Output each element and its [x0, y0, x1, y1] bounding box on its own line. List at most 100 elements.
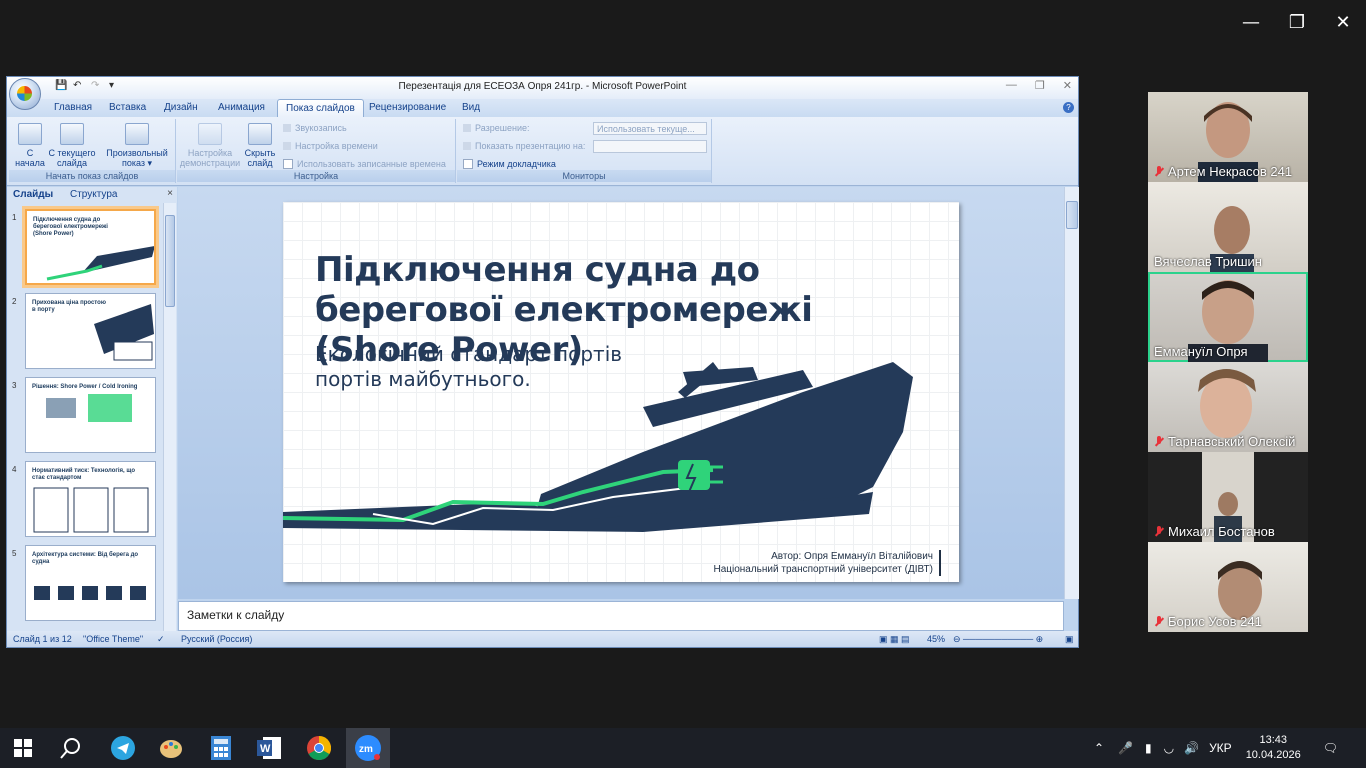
minimize-icon[interactable]: —	[1228, 0, 1274, 44]
close-icon[interactable]: ✕	[1320, 0, 1366, 44]
hide-slide-button[interactable]: Скрыть слайд	[241, 123, 279, 168]
clock-time: 13:43	[1259, 734, 1287, 746]
close-pane-icon[interactable]: ×	[167, 188, 173, 199]
participant-tile-4[interactable]: Тарнавський Олексій	[1148, 362, 1308, 452]
tab-slideshow[interactable]: Показ слайдов	[277, 99, 364, 117]
from-current-button[interactable]: С текущего слайда	[47, 123, 97, 168]
slide-author: Автор: Опря Еммануїл Віталійович Націона…	[713, 550, 941, 576]
office-logo-icon	[17, 86, 32, 101]
ribbon: С начала С текущего слайда Произвольный …	[7, 117, 1078, 186]
setup-show-button[interactable]: Настройка демонстрации	[179, 123, 241, 168]
participant-tile-1[interactable]: Артем Некрасов 241	[1148, 92, 1308, 182]
chrome-icon[interactable]	[304, 734, 334, 762]
zoom-slider[interactable]: ⊖ ─────────── ⊕	[953, 634, 1043, 645]
paint-icon[interactable]	[156, 734, 186, 762]
tab-animation[interactable]: Анимация	[211, 101, 272, 114]
rehearse-timings[interactable]: Настройка времени	[283, 141, 378, 151]
tab-home[interactable]: Главная	[47, 101, 99, 114]
restore-icon[interactable]: ❐	[1274, 0, 1320, 44]
slides-pane-scrollbar[interactable]	[163, 203, 176, 631]
word-icon[interactable]: W	[254, 734, 284, 762]
thumb-number: 1	[12, 213, 17, 222]
record-narration[interactable]: Звукозапись	[283, 123, 347, 133]
chevron-up-icon[interactable]: ⌃	[1094, 741, 1104, 755]
spellcheck-icon[interactable]: ✓	[157, 634, 165, 645]
muted-mic-icon	[1154, 525, 1164, 538]
participant-tile-5[interactable]: Михаил Бостанов	[1148, 452, 1308, 542]
group-label: Мониторы	[457, 170, 711, 182]
taskbar: W zm ⌃ 🎤 ▮ ◡ 🔊 УКР 13:43 10.04.2026 🗨	[0, 728, 1366, 768]
slide-thumbnail-1[interactable]: Підключення судна до берегової електроме…	[25, 209, 156, 285]
tab-insert[interactable]: Вставка	[102, 101, 153, 114]
from-start-button[interactable]: С начала	[15, 123, 45, 168]
slide-thumbnail-3[interactable]: Рішення: Shore Power / Cold Ironing	[25, 377, 156, 453]
tab-review[interactable]: Рецензирование	[362, 101, 453, 114]
search-icon[interactable]	[56, 734, 86, 762]
volume-icon[interactable]: 🔊	[1184, 741, 1199, 755]
slide-thumbnail-4[interactable]: Нормативний тиск: Технологія, що стає ст…	[25, 461, 156, 537]
use-timings-checkbox[interactable]: Использовать записанные времена	[283, 159, 446, 169]
muted-mic-icon	[1154, 435, 1164, 448]
show-on-select[interactable]	[593, 140, 707, 153]
battery-icon[interactable]: ▮	[1145, 741, 1152, 755]
participant-tile-2[interactable]: Вячеслав Тришин	[1148, 182, 1308, 272]
svg-text:zm: zm	[359, 744, 373, 755]
participant-name: Еммануїл Опря	[1154, 344, 1248, 359]
system-tray: ⌃ 🎤 ▮ ◡ 🔊 УКР 13:43 10.04.2026 🗨	[1094, 728, 1338, 768]
tab-design[interactable]: Дизайн	[157, 101, 205, 114]
view-buttons[interactable]: ▣ ▦ ▤	[879, 634, 910, 645]
clock[interactable]: 13:43 10.04.2026	[1246, 733, 1301, 763]
thumb-number: 3	[12, 381, 17, 390]
help-icon[interactable]: ?	[1063, 102, 1074, 113]
zoom-level[interactable]: 45%	[927, 634, 945, 644]
group-setup: Настройка демонстрации Скрыть слайд Звук…	[177, 119, 456, 183]
tab-slides[interactable]: Слайды	[13, 189, 53, 200]
network-icon[interactable]: ◡	[1164, 741, 1174, 755]
muted-mic-icon	[1154, 165, 1164, 178]
muted-mic-icon	[1154, 615, 1164, 628]
custom-show-button[interactable]: Произвольный показ ▾	[103, 123, 171, 168]
group-start-show: С начала С текущего слайда Произвольный …	[9, 119, 176, 183]
title-bar: Перезентація для ЕСЕОЗА Опря 241гр. - Mi…	[7, 77, 1078, 99]
resolution-select[interactable]: Использовать текуще...	[593, 122, 707, 135]
slide-thumbnail-2[interactable]: Прихована ціна простою в порту	[25, 293, 156, 369]
language[interactable]: Русский (Россия)	[181, 634, 252, 644]
quick-access-toolbar: 💾 ↶ ↷ ▾	[47, 80, 121, 92]
office-button[interactable]	[9, 78, 41, 110]
microphone-icon[interactable]: 🎤	[1118, 741, 1133, 755]
svg-text:W: W	[260, 743, 271, 755]
thumb-ship-graphic	[94, 304, 154, 361]
participant-name: Михаил Бостанов	[1154, 524, 1275, 539]
redo-icon[interactable]: ↷	[91, 80, 103, 92]
tab-view[interactable]: Вид	[455, 101, 487, 114]
thumb-number: 2	[12, 297, 17, 306]
tab-outline[interactable]: Структура	[70, 189, 117, 200]
ppt-close-icon[interactable]: ✕	[1063, 79, 1072, 92]
notifications-icon[interactable]: 🗨	[1323, 741, 1338, 755]
notes-pane[interactable]: Заметки к слайду	[178, 601, 1064, 631]
thumb-architecture-graphic	[34, 586, 146, 600]
language-indicator[interactable]: УКР	[1209, 741, 1232, 755]
thumb-number: 4	[12, 465, 17, 474]
ppt-minimize-icon[interactable]: —	[1006, 79, 1017, 92]
presenter-view-checkbox[interactable]: Режим докладчика	[463, 159, 556, 169]
thumb-ship-graphic	[46, 246, 154, 281]
slides-pane-tabs: Слайды Структура ×	[7, 187, 177, 203]
calculator-icon[interactable]	[206, 734, 236, 762]
theme-name: "Office Theme"	[83, 634, 144, 644]
zoom-app-icon[interactable]: zm	[346, 728, 390, 768]
current-slide[interactable]: Підключення судна до берегової електроме…	[283, 202, 959, 582]
show-on-label: Показать презентацию на:	[463, 141, 585, 151]
save-icon[interactable]: 💾	[55, 80, 67, 92]
participant-tile-3[interactable]: Еммануїл Опря	[1148, 272, 1308, 362]
slide-scrollbar[interactable]	[1064, 187, 1079, 599]
ribbon-tabs: Главная Вставка Дизайн Анимация Показ сл…	[7, 99, 1078, 117]
windows-start-icon[interactable]	[8, 734, 38, 762]
participant-tile-6[interactable]: Борис Усов 241	[1148, 542, 1308, 632]
fit-window-icon[interactable]: ▣	[1065, 634, 1074, 645]
undo-icon[interactable]: ↶	[73, 80, 85, 92]
slide-thumbnail-5[interactable]: Архітектура системи: Від берега до судна	[25, 545, 156, 621]
customize-icon[interactable]: ▾	[109, 80, 121, 92]
telegram-icon[interactable]	[108, 734, 138, 762]
ppt-restore-icon[interactable]: ❐	[1035, 79, 1045, 92]
